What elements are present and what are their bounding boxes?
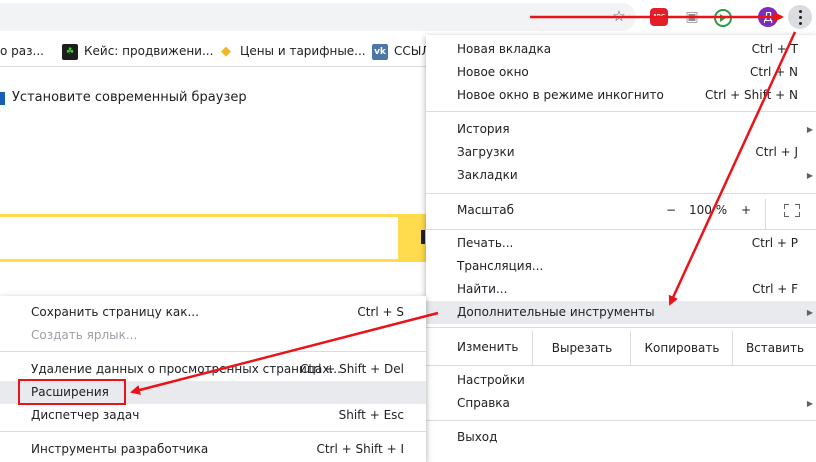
menu-label: Диспетчер задач <box>31 408 140 422</box>
menu-label: Найти... <box>457 282 508 296</box>
browser-toolbar: ☆ ADG ▣ Д <box>0 0 816 36</box>
menu-label: Изменить <box>457 340 519 354</box>
menu-divider <box>426 193 816 194</box>
submenu-item-create-shortcut: Создать ярлык... <box>0 324 426 347</box>
menu-shortcut: Ctrl + P <box>751 236 798 250</box>
menu-label: Загрузки <box>457 145 515 159</box>
menu-item-find[interactable]: Найти... Ctrl + F <box>426 278 816 301</box>
menu-shortcut: Ctrl + J <box>755 145 798 159</box>
bookmark-label: о раз... <box>0 44 44 58</box>
menu-item-cast[interactable]: Трансляция... <box>426 255 816 278</box>
menu-shortcut: Ctrl + Shift + I <box>316 442 404 456</box>
menu-edit-row: Изменить Вырезать Копировать Вставить <box>426 331 816 365</box>
bookmark-label: ССЫЛ <box>394 44 431 58</box>
menu-label: Дополнительные инструменты <box>457 305 655 319</box>
submenu-arrow-icon: ▶ <box>806 399 813 408</box>
menu-label: Выход <box>457 430 498 444</box>
menu-label: Сохранить страницу как... <box>31 305 199 319</box>
menu-label: Справка <box>457 396 510 410</box>
zoom-in-button[interactable]: + <box>741 199 751 222</box>
menu-item-print[interactable]: Печать... Ctrl + P <box>426 232 816 255</box>
zoom-divider <box>765 199 766 229</box>
bookmark-item[interactable]: vk ССЫЛ <box>372 36 430 66</box>
submenu-arrow-icon: ▶ <box>806 308 813 317</box>
vk-icon: vk <box>372 43 388 60</box>
menu-item-exit[interactable]: Выход <box>426 426 816 449</box>
menu-shortcut: Ctrl + Shift + N <box>705 88 798 102</box>
extension-puzzle-icon[interactable]: ▣ <box>684 8 700 26</box>
bookmark-item[interactable]: о раз... <box>0 36 44 66</box>
fullscreen-icon[interactable] <box>784 204 800 217</box>
menu-shortcut: Ctrl + S <box>357 305 404 319</box>
menu-item-new-tab[interactable]: Новая вкладка Ctrl + T <box>426 38 816 61</box>
paste-button[interactable]: Вставить <box>732 331 816 365</box>
duck-icon: ◆ <box>221 43 231 59</box>
menu-divider <box>426 420 816 421</box>
menu-item-incognito[interactable]: Новое окно в режиме инкогнито Ctrl + Shif… <box>426 84 816 107</box>
menu-shortcut: Ctrl + Shift + Del <box>300 362 404 376</box>
bookmark-label: Цены и тарифные... <box>240 44 366 58</box>
submenu-item-save-page[interactable]: Сохранить страницу как... Ctrl + S <box>0 301 426 324</box>
menu-label: Удаление данных о просмотренных страница… <box>31 362 341 376</box>
submenu-item-devtools[interactable]: Инструменты разработчика Ctrl + Shift + I <box>0 438 426 461</box>
kebab-dot-icon <box>799 16 802 19</box>
menu-label: История <box>457 122 510 136</box>
menu-shortcut: Shift + Esc <box>338 408 404 422</box>
profile-avatar[interactable]: Д <box>758 7 778 27</box>
menu-shortcut: Ctrl + T <box>751 42 798 56</box>
bookmark-item[interactable]: ☘ Кейс: продвижени... <box>62 36 213 66</box>
menu-label: Новое окно <box>457 65 529 79</box>
zoom-level: 100 % <box>689 203 728 217</box>
bookmark-star-icon[interactable]: ☆ <box>611 8 627 24</box>
submenu-item-clear-data[interactable]: Удаление данных о просмотренных страница… <box>0 358 426 381</box>
highlight-box-extensions <box>18 379 126 405</box>
browser-update-banner[interactable]: Установите современный браузер <box>12 90 247 105</box>
address-bar[interactable] <box>0 3 636 31</box>
zoom-out-button[interactable]: − <box>666 199 676 222</box>
menu-label: Инструменты разработчика <box>31 442 209 456</box>
menu-item-zoom: Масштаб − 100 % + <box>426 199 816 229</box>
menu-divider <box>0 431 426 432</box>
menu-kebab-button[interactable] <box>788 5 812 29</box>
search-input[interactable] <box>0 217 398 259</box>
menu-label: Печать... <box>457 236 514 250</box>
zoom-label: Масштаб <box>457 203 515 217</box>
menu-divider <box>0 351 426 352</box>
search-button-edge <box>421 230 425 244</box>
menu-item-history[interactable]: История ▶ <box>426 118 816 141</box>
menu-label: Трансляция... <box>457 259 544 273</box>
bookmark-label: Кейс: продвижени... <box>84 44 214 58</box>
menu-divider <box>426 365 816 366</box>
menu-label: Закладки <box>457 168 518 182</box>
submenu-arrow-icon: ▶ <box>806 125 813 134</box>
chrome-main-menu: Новая вкладка Ctrl + T Новое окно Ctrl + N… <box>426 35 816 462</box>
bookmark-item[interactable]: ◆ Цены и тарифные... <box>218 36 366 66</box>
kebab-dot-icon <box>799 10 802 13</box>
menu-divider <box>426 111 816 112</box>
menu-item-help[interactable]: Справка ▶ <box>426 392 816 415</box>
play-extension-icon[interactable] <box>714 9 732 27</box>
menu-divider <box>426 229 816 230</box>
menu-item-settings[interactable]: Настройки <box>426 369 816 392</box>
kebab-dot-icon <box>799 22 802 25</box>
menu-shortcut: Ctrl + F <box>752 282 798 296</box>
menu-label: Новое окно в режиме инкогнито <box>457 88 664 102</box>
menu-item-more-tools[interactable]: Дополнительные инструменты ▶ <box>426 301 816 324</box>
menu-item-bookmarks[interactable]: Закладки ▶ <box>426 164 816 187</box>
copy-button[interactable]: Копировать <box>630 331 733 365</box>
adguard-extension-icon[interactable]: ADG <box>650 8 668 26</box>
menu-shortcut: Ctrl + N <box>749 65 798 79</box>
leaf-icon: ☘ <box>62 43 78 60</box>
menu-item-downloads[interactable]: Загрузки Ctrl + J <box>426 141 816 164</box>
cut-button[interactable]: Вырезать <box>532 331 631 365</box>
menu-label: Настройки <box>457 373 525 387</box>
banner-icon <box>0 92 5 105</box>
submenu-arrow-icon: ▶ <box>806 171 813 180</box>
submenu-item-task-manager[interactable]: Диспетчер задач Shift + Esc <box>0 404 426 427</box>
menu-label: Создать ярлык... <box>31 328 138 342</box>
menu-divider <box>426 327 816 328</box>
menu-item-new-window[interactable]: Новое окно Ctrl + N <box>426 61 816 84</box>
menu-label: Новая вкладка <box>457 42 552 56</box>
